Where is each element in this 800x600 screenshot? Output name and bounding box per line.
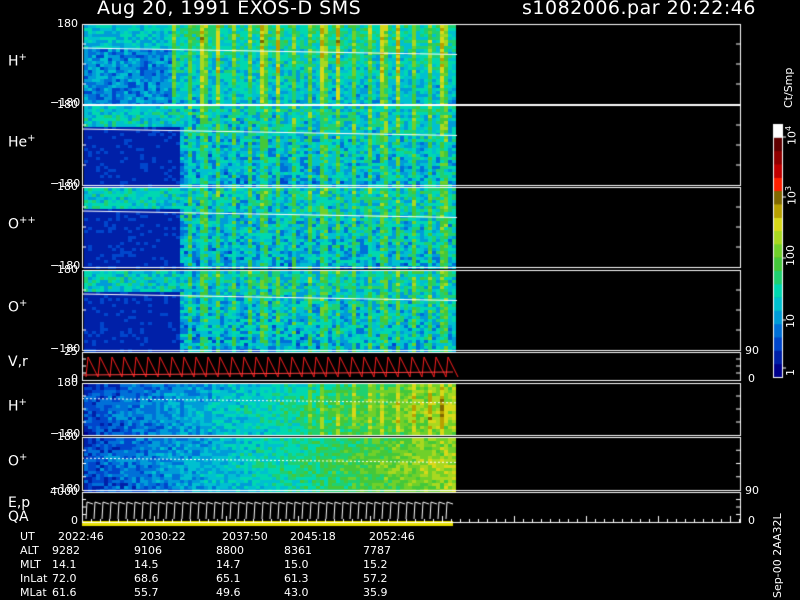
footer-value: 57.2: [363, 572, 388, 585]
right-tick-bottom: 0: [748, 514, 755, 527]
panel-label-text: O: [8, 453, 20, 470]
colorbar-tick: 100: [784, 245, 797, 266]
panel-label: O+: [8, 452, 27, 470]
panel-label-charge: +: [27, 133, 36, 144]
footer-value: 14.5: [134, 558, 159, 571]
y-tick-top: 4000: [50, 485, 78, 498]
colorbar-tick: 103: [784, 186, 799, 205]
qa-label: QA: [8, 509, 29, 525]
footer-value: 72.0: [52, 572, 77, 585]
footer-value: 9106: [134, 544, 162, 557]
right-tick-top: 90: [745, 344, 759, 357]
panel-label-text: H: [8, 53, 19, 70]
footer-value: 2037:50: [222, 530, 268, 543]
footer-row-label: MLT: [20, 558, 41, 571]
panel-label-text: H: [8, 398, 19, 415]
right-tick-top: 90: [745, 484, 759, 497]
panel-label: V,r: [8, 354, 28, 370]
spectrogram-canvas: [0, 0, 800, 600]
footer-row-label: MLat: [20, 586, 47, 599]
version-label: Sep-00 2AA32L: [771, 513, 784, 598]
y-tick-top: 180: [57, 376, 78, 389]
colorbar-tick: 104: [784, 126, 799, 145]
panel-label-text: V,r: [8, 354, 28, 370]
panel-label-charge: +: [19, 298, 28, 309]
footer-value: 15.2: [363, 558, 388, 571]
footer-value: 2045:18: [290, 530, 336, 543]
panel-label: H+: [8, 52, 27, 70]
footer-row-label: UT: [20, 530, 35, 543]
panel-label-text: O: [8, 299, 20, 316]
footer-value: 15.0: [284, 558, 309, 571]
footer-value: 68.6: [134, 572, 159, 585]
y-tick-bottom: 0: [71, 514, 78, 527]
y-tick-top: 180: [57, 430, 78, 443]
footer-value: 65.1: [216, 572, 241, 585]
footer-value: 2022:46: [58, 530, 104, 543]
colorbar-tick-exponent: 4: [784, 125, 793, 131]
right-tick-bottom: 0: [748, 372, 755, 385]
footer-value: 43.0: [284, 586, 309, 599]
panel-label-charge: +: [18, 52, 27, 63]
panel-label-charge: +: [19, 451, 28, 463]
footer-value: 2052:46: [369, 530, 415, 543]
footer-value: 35.9: [363, 586, 388, 599]
colorbar-tick-exponent: 3: [784, 185, 793, 191]
colorbar-unit: Ct/Smp: [782, 67, 795, 108]
colorbar-tick-value: 10: [784, 314, 797, 328]
panel-label: H+: [8, 397, 27, 415]
y-tick-top: 180: [57, 98, 78, 111]
file-timestamp: s1082006.par 20:22:46: [522, 0, 756, 19]
y-tick-top: 180: [57, 180, 78, 193]
panel-label: O+: [8, 298, 27, 316]
footer-value: 61.6: [52, 586, 77, 599]
colorbar-tick-value: 10: [785, 131, 799, 145]
y-tick-top: 180: [57, 263, 78, 276]
footer-row-label: InLat: [20, 572, 48, 585]
footer-row-label: ALT: [20, 544, 39, 557]
panel-label-text: He: [8, 134, 28, 151]
colorbar-tick-value: 10: [785, 191, 799, 205]
footer-value: 8361: [284, 544, 312, 557]
footer-value: 14.7: [216, 558, 241, 571]
footer-value: 61.3: [284, 572, 309, 585]
colorbar-tick: 10: [784, 314, 797, 328]
panel-label: O++: [8, 215, 36, 233]
panel-label-charge: +: [18, 397, 27, 408]
footer-value: 9282: [52, 544, 80, 557]
footer-value: 2030:22: [140, 530, 186, 543]
plot-title: Aug 20, 1991 EXOS-D SMS: [97, 0, 362, 19]
panel-label: He+: [8, 133, 36, 151]
colorbar-tick: 1: [784, 369, 797, 376]
colorbar-tick-value: 100: [784, 245, 797, 266]
y-tick-top: 25: [64, 345, 78, 358]
footer-value: 8800: [216, 544, 244, 557]
footer-value: 55.7: [134, 586, 159, 599]
footer-value: 14.1: [52, 558, 77, 571]
footer-value: 49.6: [216, 586, 241, 599]
footer-value: 7787: [363, 544, 391, 557]
colorbar-tick-value: 1: [784, 369, 797, 376]
panel-label-text: O: [8, 216, 20, 233]
panel-label-charge: ++: [19, 215, 36, 226]
y-tick-top: 180: [57, 17, 78, 30]
